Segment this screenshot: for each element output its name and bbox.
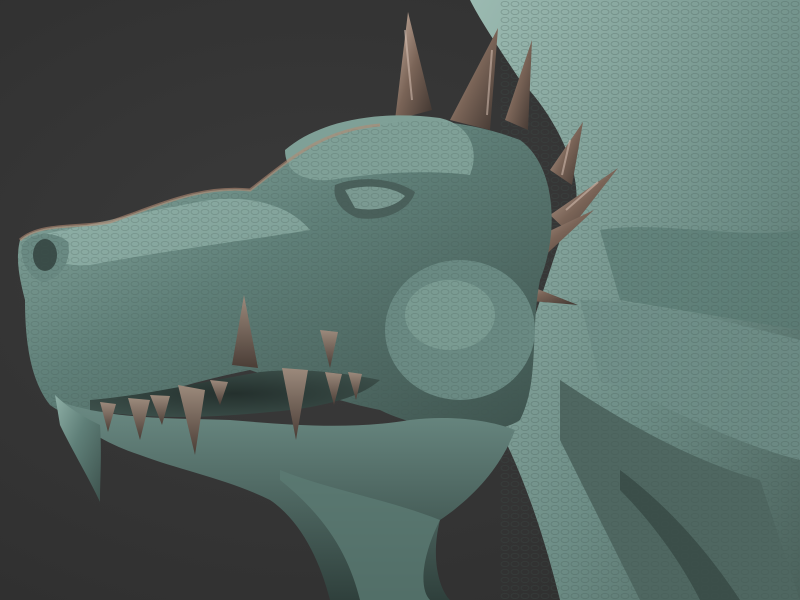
viewport xyxy=(0,0,800,600)
dragon-sculpt-render xyxy=(17,0,800,600)
